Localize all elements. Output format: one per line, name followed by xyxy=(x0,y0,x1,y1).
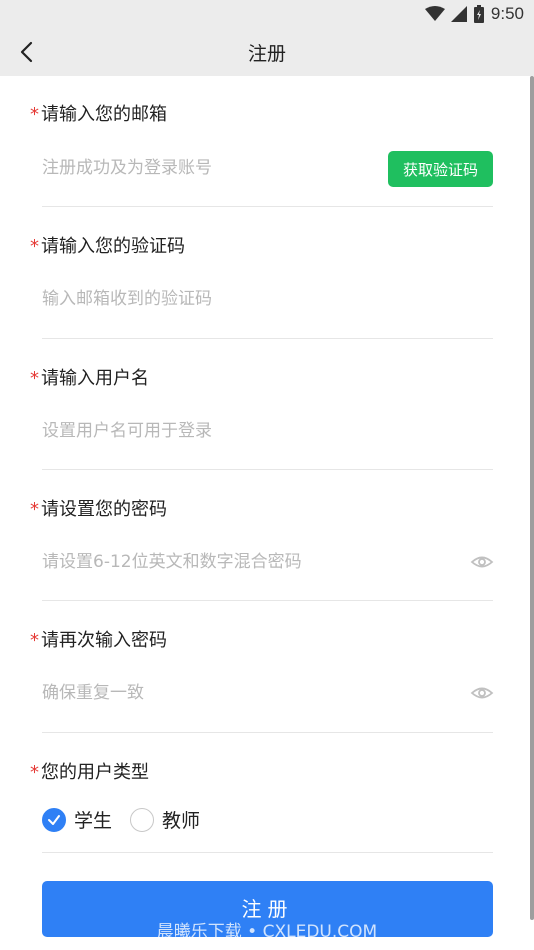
divider xyxy=(42,206,493,207)
username-input[interactable] xyxy=(42,413,462,449)
radio-student-label: 学生 xyxy=(74,810,113,832)
code-label: * 请输入您的验证码 xyxy=(30,232,185,258)
eye-icon[interactable] xyxy=(470,550,494,574)
divider xyxy=(42,852,493,853)
divider xyxy=(42,469,493,470)
code-input[interactable] xyxy=(42,281,462,317)
scrollbar[interactable] xyxy=(530,76,534,920)
password-label-text: 请设置您的密码 xyxy=(41,499,167,520)
signal-icon xyxy=(450,6,467,22)
register-button-label: 注册 xyxy=(241,896,294,921)
radio-teacher-label: 教师 xyxy=(162,810,201,832)
user-type-label: * 您的用户类型 xyxy=(30,758,149,784)
password-input[interactable] xyxy=(42,544,462,580)
radio-unchecked-icon xyxy=(130,807,155,832)
required-mark: * xyxy=(30,499,39,520)
required-mark: * xyxy=(30,236,39,257)
radio-checked-icon xyxy=(42,807,66,832)
user-type-radio-group: 学生 教师 xyxy=(42,806,218,833)
password-label: * 请设置您的密码 xyxy=(30,495,167,521)
divider xyxy=(42,338,493,339)
email-input[interactable] xyxy=(42,150,372,186)
password-confirm-label-text: 请再次输入密码 xyxy=(41,630,167,651)
password-confirm-input[interactable] xyxy=(42,675,462,711)
register-button[interactable]: 注册 xyxy=(42,881,493,937)
code-label-text: 请输入您的验证码 xyxy=(41,236,185,257)
eye-icon[interactable] xyxy=(470,681,494,705)
status-icons: 9:50 xyxy=(424,4,524,24)
email-label-text: 请输入您的邮箱 xyxy=(41,104,167,125)
wifi-icon xyxy=(424,6,445,21)
username-label-text: 请输入用户名 xyxy=(41,368,149,389)
radio-teacher[interactable]: 教师 xyxy=(130,806,200,833)
email-label: * 请输入您的邮箱 xyxy=(30,100,167,126)
page-title: 注册 xyxy=(247,43,286,65)
username-label: * 请输入用户名 xyxy=(30,364,149,390)
password-confirm-label: * 请再次输入密码 xyxy=(30,626,167,652)
user-type-label-text: 您的用户类型 xyxy=(41,762,149,783)
get-code-button[interactable]: 获取验证码 xyxy=(388,151,493,187)
required-mark: * xyxy=(30,630,39,651)
title-bar: 注册 xyxy=(0,28,534,76)
radio-student[interactable]: 学生 xyxy=(42,806,112,833)
battery-icon xyxy=(473,5,484,23)
status-bar: 9:50 xyxy=(0,0,534,28)
required-mark: * xyxy=(30,762,39,783)
divider xyxy=(42,732,493,733)
status-time: 9:50 xyxy=(490,4,524,23)
required-mark: * xyxy=(30,104,39,125)
divider xyxy=(42,600,493,601)
required-mark: * xyxy=(30,368,39,389)
